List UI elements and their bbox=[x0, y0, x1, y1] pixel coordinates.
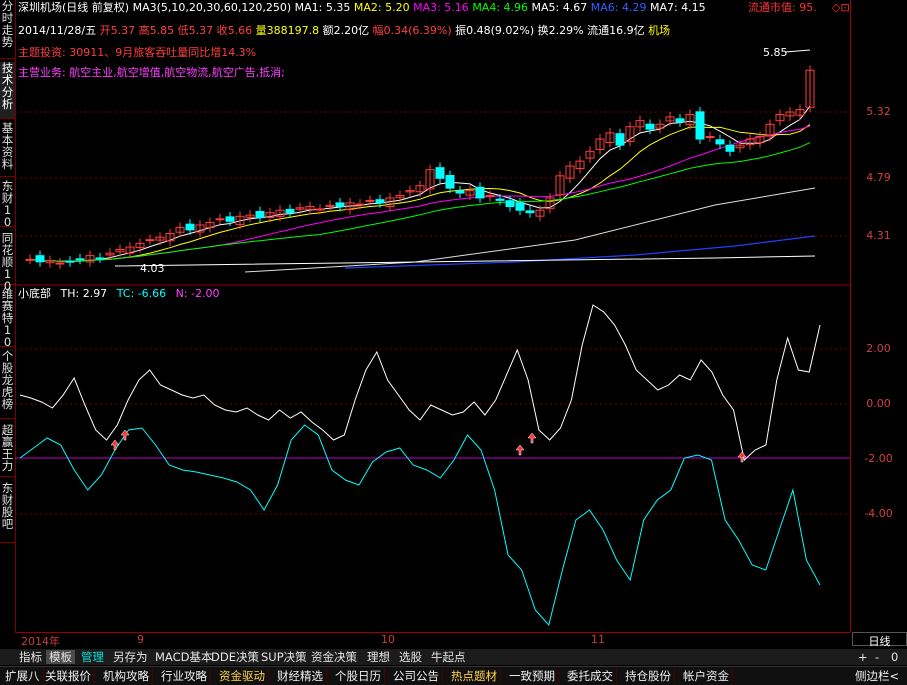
side-tab-8[interactable]: 东财股吧 bbox=[0, 482, 15, 543]
date-axis: 2014年 9 10 11 bbox=[15, 632, 850, 648]
low-price-label: 4.03 bbox=[140, 262, 165, 275]
bottom-tab-8[interactable]: 热点题材 bbox=[448, 668, 501, 684]
osc-tick: 0.00 bbox=[866, 397, 891, 410]
toolbar-macd[interactable]: MACD基本 bbox=[152, 650, 215, 664]
toolbar-sup[interactable]: SUP决策 bbox=[258, 650, 310, 664]
date-tick: 11 bbox=[591, 633, 605, 646]
indicator-name[interactable]: 小底部 bbox=[18, 287, 51, 300]
date-tick: 2014年 bbox=[21, 635, 60, 648]
price-tick: 5.32 bbox=[866, 105, 891, 118]
side-tab-3[interactable]: 东财10 bbox=[0, 180, 15, 228]
bottom-tab-9[interactable]: 一致预期 bbox=[506, 668, 559, 684]
side-tab-4[interactable]: 同花顺10 bbox=[0, 232, 15, 292]
side-tab-5[interactable]: 维赛特10 bbox=[0, 288, 15, 348]
bottom-tab-5[interactable]: 财经精选 bbox=[274, 668, 327, 684]
indicator-tc: TC: -6.66 bbox=[116, 287, 167, 300]
bottom-tab-10[interactable]: 委托成交 bbox=[564, 668, 617, 684]
toolbar-dde[interactable]: DDE决策 bbox=[208, 650, 262, 664]
period-selector[interactable]: 日线 bbox=[852, 632, 907, 648]
bottom-tab-12[interactable]: 帐户资金 bbox=[680, 668, 733, 684]
side-tab-2[interactable]: 基本资料 bbox=[0, 122, 15, 177]
high-price-label: 5.85 bbox=[763, 46, 788, 59]
toolbar-stock-select[interactable]: 选股 bbox=[396, 650, 425, 664]
zoom-in-button[interactable]: + bbox=[855, 650, 871, 664]
toolbar-indicator[interactable]: 指标 bbox=[16, 650, 45, 664]
bottom-tab-1[interactable]: 关联报价 bbox=[42, 668, 95, 684]
price-axis: 5.32 4.79 4.31 2.00 0.00 -2.00 -4.00 bbox=[850, 0, 907, 632]
zoom-reset-button[interactable]: 0 bbox=[888, 650, 901, 664]
toolbar-niu[interactable]: 牛起点 bbox=[428, 650, 469, 664]
osc-tick: -2.00 bbox=[864, 452, 893, 465]
toolbar-fund[interactable]: 资金决策 bbox=[308, 650, 360, 664]
date-tick: 10 bbox=[381, 633, 395, 646]
bottom-tab-7[interactable]: 公司公告 bbox=[390, 668, 443, 684]
candlestick-chart[interactable] bbox=[15, 0, 850, 632]
bottom-tab-2[interactable]: 机构攻略 bbox=[100, 668, 153, 684]
toolbar-save-as[interactable]: 另存为 bbox=[110, 650, 151, 664]
osc-tick: -4.00 bbox=[864, 507, 893, 520]
bottom-tab-bar: 扩展八 关联报价 机构攻略 行业攻略 资金驱动 财经精选 个股日历 公司公告 热点题材 一致预期委… bbox=[0, 666, 907, 685]
date-tick: 9 bbox=[137, 633, 144, 646]
toolbar-manage[interactable]: 管理 bbox=[78, 650, 107, 664]
sidebar-toggle[interactable]: 侧边栏< bbox=[852, 668, 902, 684]
zoom-out-button[interactable]: - bbox=[872, 650, 882, 664]
bottom-tab-6[interactable]: 个股日历 bbox=[332, 668, 385, 684]
indicator-n: N: -2.00 bbox=[175, 287, 220, 300]
indicator-toolbar: 指标 模板 管理 另存为 MACD基本 DDE决策 SUP决策 资金决策 理想 … bbox=[0, 649, 907, 665]
indicator-header: 小底部 TH: 2.97 TC: -6.66 N: -2.00 bbox=[18, 287, 220, 301]
price-tick: 4.79 bbox=[866, 171, 891, 184]
osc-tick: 2.00 bbox=[866, 342, 891, 355]
side-tab-0[interactable]: 分时走势 bbox=[0, 0, 15, 59]
indicator-th: TH: 2.97 bbox=[60, 287, 108, 300]
bottom-tab-3[interactable]: 行业攻略 bbox=[158, 668, 211, 684]
toolbar-template[interactable]: 模板 bbox=[46, 650, 75, 664]
bottom-tab-0[interactable]: 扩展八 bbox=[2, 668, 44, 684]
side-tab-1[interactable]: 技术分析 bbox=[0, 62, 15, 119]
side-tab-6[interactable]: 个股龙虎榜 bbox=[0, 350, 15, 419]
bottom-tab-4[interactable]: 资金驱动 bbox=[216, 668, 269, 684]
left-tab-bar: 分时走势技术分析基本资料东财10 同花顺10维赛特10 个股龙虎榜超赢王力东财股吧 bbox=[0, 0, 16, 632]
price-tick: 4.31 bbox=[866, 229, 891, 242]
side-tab-7[interactable]: 超赢王力 bbox=[0, 424, 15, 477]
toolbar-ideal[interactable]: 理想 bbox=[364, 650, 393, 664]
bottom-tab-11[interactable]: 持仓股份 bbox=[622, 668, 675, 684]
